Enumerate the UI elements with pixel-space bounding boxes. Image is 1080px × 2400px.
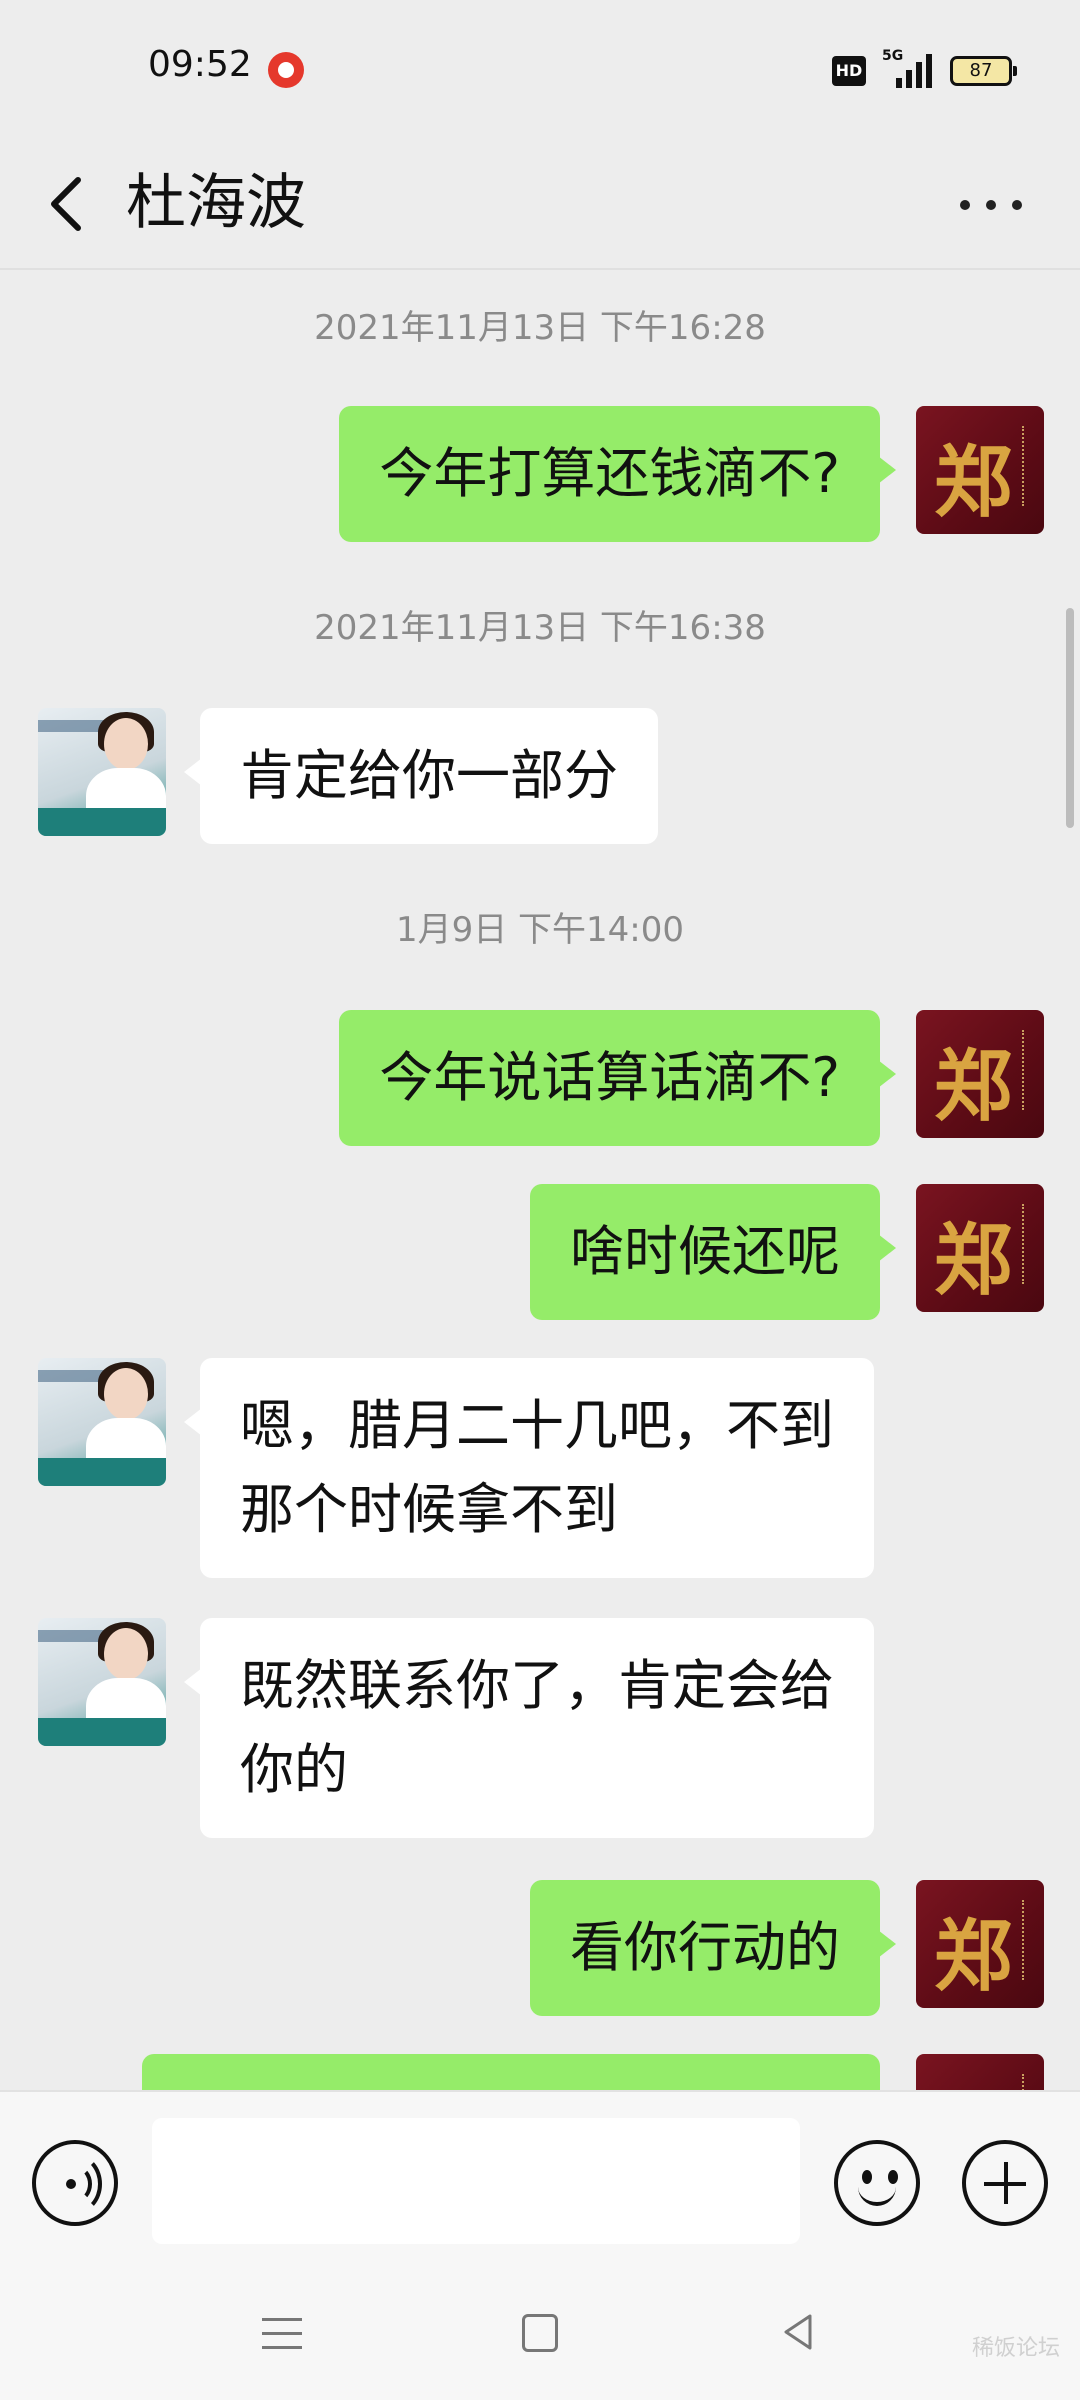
voice-input-icon[interactable] [32, 2140, 118, 2226]
status-bar: 09:52 HD 5G 87 [0, 0, 1080, 140]
outgoing-message[interactable]: 啥时候还呢 [530, 1184, 896, 1320]
outgoing-message-partial[interactable] [142, 2054, 880, 2090]
message-text: 肯定给你一部分 [240, 744, 618, 807]
message-input[interactable] [152, 2118, 800, 2244]
my-avatar[interactable]: 郑 [916, 2054, 1044, 2090]
more-options-icon[interactable] [952, 180, 1032, 230]
message-timestamp: 2021年11月13日 下午16:38 [314, 608, 766, 648]
message-text: 啥时候还呢 [570, 1220, 840, 1283]
message-timestamp: 2021年11月13日 下午16:28 [314, 308, 766, 348]
chat-screen: 09:52 HD 5G 87 杜海波 2021年11月13日 下午16:28 今… [0, 0, 1080, 2400]
incoming-message[interactable]: 既然联系你了，肯定会给 你的 [184, 1618, 874, 1838]
message-text-line: 既然联系你了，肯定会给 [240, 1654, 834, 1717]
emoji-icon[interactable] [834, 2140, 920, 2226]
my-avatar[interactable]: 郑 [916, 1184, 1044, 1312]
my-avatar[interactable]: 郑 [916, 406, 1044, 534]
outgoing-message[interactable]: 今年打算还钱滴不? [339, 406, 896, 542]
contact-avatar[interactable] [38, 708, 166, 836]
battery-icon: 87 [950, 56, 1017, 86]
message-text: 今年说话算话滴不? [379, 1046, 840, 1109]
hd-voice-icon: HD [832, 56, 866, 86]
system-navigation-bar: 稀饭论坛 [0, 2270, 1080, 2400]
input-bar [0, 2090, 1080, 2270]
message-timestamp: 1月9日 下午14:00 [395, 910, 685, 950]
message-text: 看你行动的 [570, 1916, 840, 1979]
contact-avatar[interactable] [38, 1358, 166, 1486]
contact-avatar[interactable] [38, 1618, 166, 1746]
recent-apps-icon[interactable] [262, 2316, 302, 2352]
my-avatar[interactable]: 郑 [916, 1880, 1044, 2008]
incoming-message[interactable]: 嗯，腊月二十几吧，不到 那个时候拿不到 [184, 1358, 874, 1578]
my-avatar[interactable]: 郑 [916, 1010, 1044, 1138]
nav-back-icon[interactable] [780, 2312, 816, 2352]
watermark-text: 稀饭论坛 [972, 2336, 1061, 2361]
signal-icon: 5G [882, 48, 932, 88]
message-text: 今年打算还钱滴不? [379, 442, 840, 505]
outgoing-message[interactable]: 今年说话算话滴不? [339, 1010, 896, 1146]
incoming-message[interactable]: 肯定给你一部分 [184, 708, 658, 844]
message-text-line: 你的 [240, 1738, 348, 1801]
more-functions-plus-icon[interactable] [962, 2140, 1048, 2226]
network-type-label: 5G [882, 48, 904, 64]
scrollbar-thumb[interactable] [1066, 608, 1074, 828]
notification-app-icon [268, 52, 304, 88]
contact-name-title: 杜海波 [126, 168, 306, 238]
back-icon[interactable] [36, 164, 96, 244]
status-time: 09:52 [148, 44, 252, 85]
home-icon[interactable] [522, 2314, 558, 2352]
message-list[interactable]: 2021年11月13日 下午16:28 今年打算还钱滴不? 郑 2021年11月… [0, 270, 1080, 2090]
chat-header: 杜海波 [0, 140, 1080, 270]
message-text-line: 嗯，腊月二十几吧，不到 [240, 1394, 834, 1457]
message-text-line: 那个时候拿不到 [240, 1478, 618, 1541]
outgoing-message[interactable]: 看你行动的 [530, 1880, 896, 2016]
